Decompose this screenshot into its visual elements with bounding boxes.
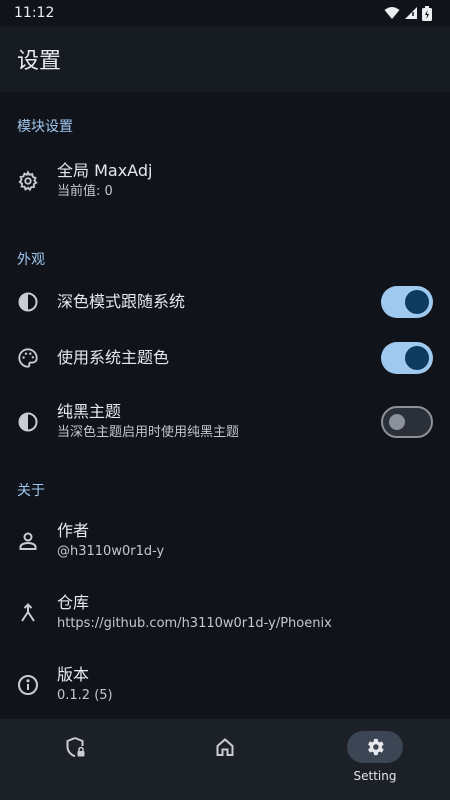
- setting-title: 版本: [57, 665, 90, 684]
- info-icon: [17, 674, 39, 696]
- app-bar: 设置: [0, 26, 450, 92]
- nav-label: Setting: [353, 769, 397, 783]
- setting-pure-black[interactable]: 纯黑主题 当深色主题启用时使用纯黑主题: [0, 386, 450, 458]
- dark-follow-system-toggle[interactable]: [381, 286, 433, 318]
- setting-dark-follow-system[interactable]: 深色模式跟随系统: [0, 274, 450, 330]
- setting-subtitle: 当前值: 0: [57, 184, 113, 199]
- setting-repo[interactable]: 仓库 https://github.com/h3110w0r1d-y/Phoen…: [0, 577, 450, 649]
- section-header-about: 关于: [17, 483, 45, 499]
- setting-title: 使用系统主题色: [57, 348, 170, 367]
- wifi-icon: [384, 7, 400, 19]
- system-theme-color-toggle[interactable]: [381, 342, 433, 374]
- palette-icon: [17, 347, 39, 369]
- setting-title: 作者: [57, 521, 90, 540]
- status-time: 11:12: [14, 5, 55, 21]
- toggle-thumb: [389, 414, 405, 430]
- setting-title: 仓库: [57, 593, 90, 612]
- setting-subtitle[interactable]: https://github.com/h3110w0r1d-y/Phoenix: [57, 614, 433, 634]
- setting-title: 纯黑主题: [57, 402, 122, 421]
- nav-pill: [347, 731, 403, 763]
- shield-lock-icon: [66, 737, 85, 758]
- nav-pill: [47, 731, 103, 763]
- person-icon: [17, 530, 39, 552]
- home-icon: [216, 738, 234, 756]
- page-title: 设置: [17, 49, 62, 74]
- gear-icon: [17, 170, 39, 192]
- nav-item-home[interactable]: [150, 719, 300, 800]
- signal-icon: [405, 7, 417, 19]
- battery-icon: [422, 5, 432, 21]
- setting-subtitle: 0.1.2 (5): [57, 688, 113, 703]
- contrast-icon: [17, 411, 39, 433]
- status-icons: [384, 5, 432, 21]
- setting-subtitle: 当深色主题启用时使用纯黑主题: [57, 425, 240, 440]
- settings-icon: [368, 738, 384, 756]
- setting-title: 全局 MaxAdj: [57, 161, 153, 180]
- setting-global-maxadj[interactable]: 全局 MaxAdj 当前值: 0: [0, 141, 450, 221]
- section-header-module: 模块设置: [17, 119, 73, 135]
- setting-author[interactable]: 作者 @h3110w0r1d-y: [0, 505, 450, 577]
- setting-title: 深色模式跟随系统: [57, 292, 186, 311]
- merge-icon: [17, 602, 39, 624]
- status-bar: 11:12: [0, 0, 450, 26]
- setting-system-theme-color[interactable]: 使用系统主题色: [0, 330, 450, 386]
- toggle-thumb: [405, 290, 429, 314]
- nav-item-protection[interactable]: [0, 719, 150, 800]
- bottom-navigation: Setting: [0, 719, 450, 800]
- section-header-appearance: 外观: [17, 252, 45, 268]
- nav-pill: [197, 731, 253, 763]
- setting-subtitle: @h3110w0r1d-y: [57, 544, 165, 559]
- setting-version[interactable]: 版本 0.1.2 (5): [0, 649, 450, 721]
- settings-list: 模块设置 全局 MaxAdj 当前值: 0 外观 深色模式跟随系统 使用系统主题…: [0, 92, 450, 721]
- nav-item-setting[interactable]: Setting: [300, 719, 450, 800]
- toggle-thumb: [405, 346, 429, 370]
- contrast-icon: [17, 291, 39, 313]
- pure-black-toggle[interactable]: [381, 406, 433, 438]
